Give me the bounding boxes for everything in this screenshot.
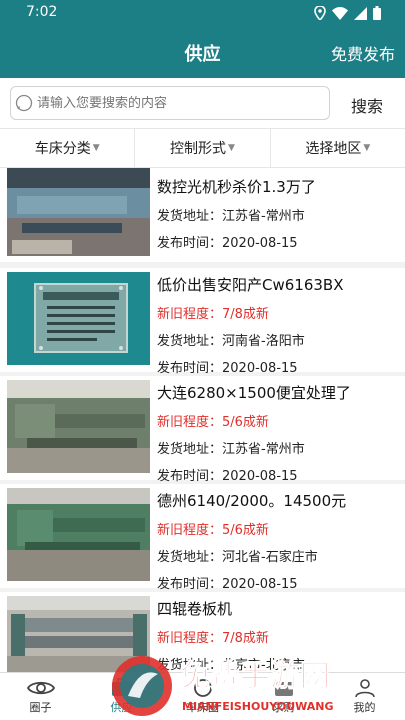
listing-condition: 新旧程度：5/6成新 [157, 415, 269, 430]
nav-label: 求购 [272, 701, 295, 714]
listing-title: 四辊卷板机 [157, 600, 233, 618]
listing-info: 大连6280×1500便宜处理了 新旧程度：5/6成新 发货地址：江苏省-常州市… [157, 382, 399, 484]
listing-title: 德州6140/2000。14500元 [157, 492, 347, 510]
nav-item-buy[interactable]: 求购 [243, 673, 324, 720]
listing-condition: 新旧程度：7/8成新 [157, 631, 269, 646]
app-screen: 7:02 供应 免费发布 搜索 车床分类▼ 控制形式▼ 选择地区 [0, 0, 405, 720]
listing-address: 发货地址：河南省-洛阳市 [157, 334, 305, 349]
status-bar: 7:02 [0, 0, 405, 26]
listing-thumbnail [7, 380, 150, 473]
listing-card[interactable]: 数控光机秒杀价1.3万了 发货地址：江苏省-常州市 发布时间：2020-08-1… [0, 168, 405, 262]
filter-region[interactable]: 选择地区 ▼ [271, 129, 405, 167]
filter-label: 控制形式 [170, 141, 227, 157]
nav-item-supply[interactable]: 供应 [81, 673, 162, 720]
search-icon [15, 94, 33, 112]
bottom-nav: 圈子 供应 车床圈 求购 我的 [0, 672, 405, 720]
listing-thumbnail [7, 168, 150, 256]
search-bar: 搜索 [0, 78, 405, 128]
listing-thumbnail [7, 596, 150, 672]
header-bar: 7:02 供应 免费发布 [0, 0, 405, 78]
filter-label: 车床分类 [34, 141, 91, 157]
nav-item-mine[interactable]: 我的 [324, 673, 405, 720]
listing-title: 大连6280×1500便宜处理了 [157, 384, 351, 402]
search-field[interactable] [10, 86, 330, 120]
nav-label: 我的 [353, 701, 376, 714]
status-time: 7:02 [26, 4, 58, 20]
listing-title: 数控光机秒杀价1.3万了 [157, 178, 316, 196]
nav-label: 供应 [110, 701, 133, 714]
nav-item-circle[interactable]: 圈子 [0, 673, 81, 720]
listing-title: 低价出售安阳产Cw6163BX [157, 276, 344, 294]
search-button[interactable]: 搜索 [351, 93, 383, 117]
nav-item-lathe-circle[interactable]: 车床圈 [162, 673, 243, 720]
lathe-circle-icon [191, 677, 215, 699]
listing-time: 发布时间：2020-08-15 [157, 236, 298, 251]
buy-icon [272, 677, 296, 699]
listing-info: 德州6140/2000。14500元 新旧程度：5/6成新 发货地址：河北省-石… [157, 490, 399, 592]
listing-address: 发货地址：河北省-石家庄市 [157, 550, 318, 565]
listing-list: 数控光机秒杀价1.3万了 发货地址：江苏省-常州市 发布时间：2020-08-1… [0, 168, 405, 672]
status-icons [314, 6, 381, 20]
listing-time: 发布时间：2020-08-15 [157, 469, 298, 484]
wifi-icon [332, 6, 348, 20]
listing-thumbnail [7, 272, 150, 365]
listing-thumbnail [7, 488, 150, 581]
listing-info: 低价出售安阳产Cw6163BX 新旧程度：7/8成新 发货地址：河南省-洛阳市 … [157, 274, 399, 376]
listing-condition: 新旧程度：5/6成新 [157, 523, 269, 538]
title-bar: 供应 免费发布 [0, 30, 405, 74]
caret-down-icon: ▼ [228, 143, 235, 153]
listing-card[interactable]: 四辊卷板机 新旧程度：7/8成新 发货地址：北京市-北京市 [0, 592, 405, 672]
listing-info: 数控光机秒杀价1.3万了 发货地址：江苏省-常州市 发布时间：2020-08-1… [157, 176, 399, 251]
listing-condition: 新旧程度：7/8成新 [157, 307, 269, 322]
filter-label: 选择地区 [305, 141, 362, 157]
listing-info: 四辊卷板机 新旧程度：7/8成新 发货地址：北京市-北京市 [157, 598, 399, 672]
listing-card[interactable]: 低价出售安阳产Cw6163BX 新旧程度：7/8成新 发货地址：河南省-洛阳市 … [0, 268, 405, 376]
eye-icon [26, 677, 56, 699]
listing-card[interactable]: 德州6140/2000。14500元 新旧程度：5/6成新 发货地址：河北省-石… [0, 484, 405, 592]
listing-time: 发布时间：2020-08-15 [157, 361, 298, 376]
nav-label: 圈子 [29, 701, 52, 714]
location-icon [314, 6, 326, 20]
person-icon [353, 677, 377, 699]
filter-lathe-category[interactable]: 车床分类 ▼ [0, 129, 136, 167]
supply-icon [110, 677, 134, 699]
caret-down-icon: ▼ [363, 143, 371, 153]
caret-down-icon: ▼ [92, 143, 100, 153]
battery-icon [373, 6, 381, 20]
free-publish-button[interactable]: 免费发布 [331, 41, 395, 65]
listing-time: 发布时间：2020-08-15 [157, 577, 298, 592]
listing-card[interactable]: 大连6280×1500便宜处理了 新旧程度：5/6成新 发货地址：江苏省-常州市… [0, 376, 405, 484]
filter-bar: 车床分类 ▼ 控制形式 ▼ 选择地区 ▼ [0, 128, 405, 168]
listing-address: 发货地址：江苏省-常州市 [157, 442, 305, 457]
search-input[interactable] [37, 95, 317, 111]
listing-address: 发货地址：北京市-北京市 [157, 658, 305, 672]
nav-label: 车床圈 [186, 701, 219, 714]
listing-address: 发货地址：江苏省-常州市 [157, 209, 305, 224]
filter-control-type[interactable]: 控制形式 ▼ [135, 129, 271, 167]
signal-icon [354, 6, 367, 20]
